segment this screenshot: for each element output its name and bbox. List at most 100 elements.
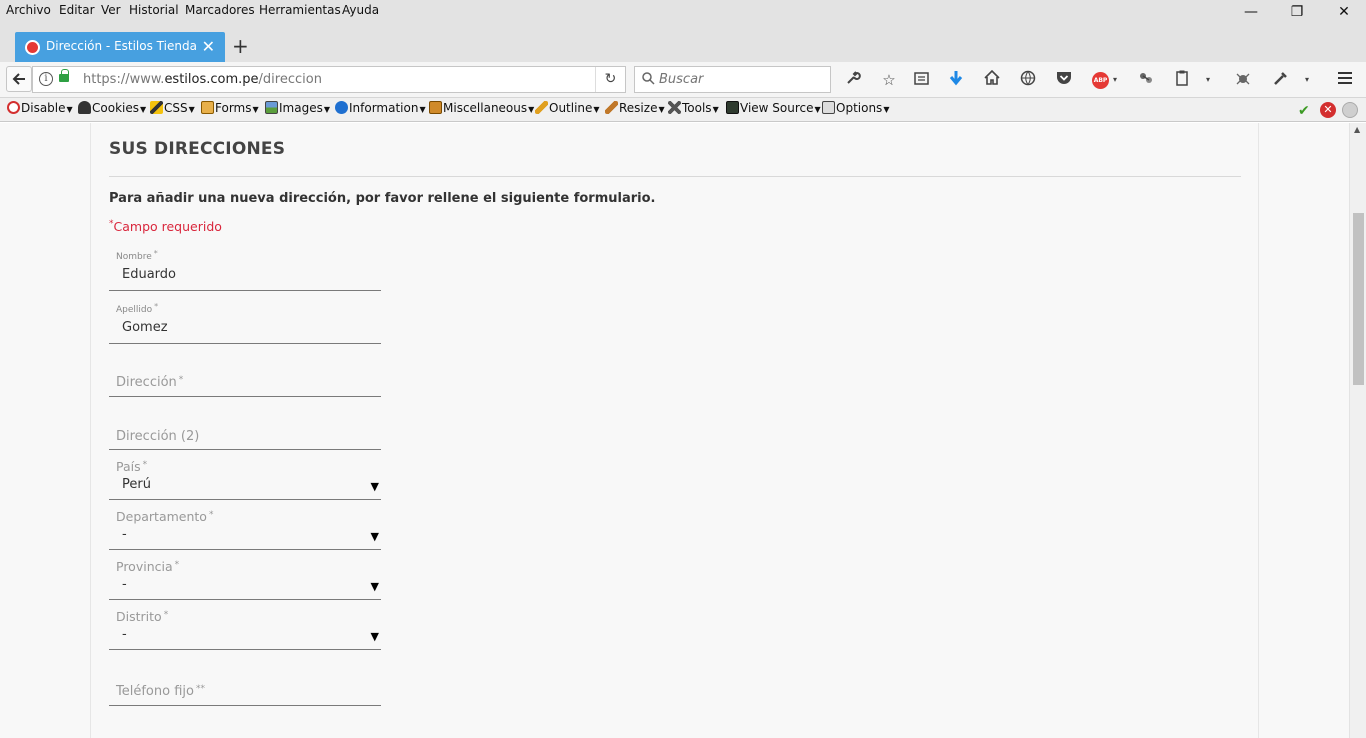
pais-dropdown-icon[interactable]: ▼: [371, 480, 379, 493]
apellido-field[interactable]: Apellido * Gomez: [109, 300, 381, 344]
nombre-field[interactable]: Nombre * Eduardo: [109, 247, 381, 291]
search-bar[interactable]: [634, 66, 831, 93]
url-host: estilos.com.pe: [164, 72, 259, 87]
outline-pencil-icon: [535, 101, 548, 114]
departamento-dropdown-icon[interactable]: ▼: [371, 530, 379, 543]
scroll-up-arrow-icon[interactable]: ▲: [1354, 125, 1360, 134]
caret-icon: ▼: [139, 105, 147, 114]
adblock-dropdown-icon[interactable]: ▾: [1104, 70, 1126, 90]
apellido-value[interactable]: Gomez: [122, 320, 168, 335]
required-text: Campo requerido: [113, 219, 222, 234]
menu-historial[interactable]: Historial: [129, 3, 179, 17]
wrench-icon[interactable]: [842, 70, 864, 90]
pais-value[interactable]: Perú: [122, 477, 151, 492]
new-tab-button[interactable]: +: [232, 34, 249, 58]
page-scrollbar[interactable]: ▲: [1349, 123, 1366, 738]
address-bar[interactable]: i https://www.estilos.com.pe/direccion ↻: [32, 66, 626, 93]
caret-icon: ▼: [593, 105, 600, 114]
dev-miscellaneous-menu[interactable]: Miscellaneous▼: [429, 101, 534, 115]
restore-button[interactable]: ❐: [1287, 4, 1307, 20]
provincia-value[interactable]: -: [122, 577, 127, 592]
validation-error-icon[interactable]: ✕: [1320, 102, 1336, 118]
dev-cookies-label: Cookies: [92, 101, 139, 115]
tab-title: Dirección - Estilos Tienda ...: [46, 39, 196, 53]
nombre-label-text: Nombre: [116, 252, 152, 262]
distrito-select[interactable]: Distrito * - ▼: [109, 605, 381, 650]
dev-information-menu[interactable]: Information▼: [335, 101, 426, 115]
url-text[interactable]: https://www.estilos.com.pe/direccion: [83, 72, 322, 87]
dev-disable-menu[interactable]: Disable▼: [7, 101, 73, 115]
download-icon[interactable]: [945, 70, 967, 90]
distrito-dropdown-icon[interactable]: ▼: [371, 630, 379, 643]
menu-archivo[interactable]: Archivo: [6, 3, 51, 17]
globe-icon[interactable]: [1017, 70, 1039, 90]
menu-editar[interactable]: Editar: [59, 3, 95, 17]
title-divider: [109, 176, 1241, 177]
nombre-value[interactable]: Eduardo: [122, 267, 176, 282]
tab-direccion[interactable]: Dirección - Estilos Tienda ... ✕: [15, 32, 225, 62]
reading-list-icon[interactable]: [910, 70, 932, 90]
telefono-field[interactable]: Teléfono fijo **: [109, 663, 381, 706]
dev-forms-menu[interactable]: Forms▼: [201, 101, 259, 115]
pais-label-text: País: [116, 459, 141, 474]
home-icon[interactable]: [981, 69, 1003, 90]
departamento-select[interactable]: Departamento * - ▼: [109, 505, 381, 550]
css-pencil-icon: [150, 101, 163, 114]
lock-icon[interactable]: [59, 69, 69, 82]
bookmark-star-icon[interactable]: ☆: [878, 70, 900, 90]
eyedropper-icon[interactable]: [1270, 70, 1292, 90]
distrito-value[interactable]: -: [122, 627, 127, 642]
dev-outline-menu[interactable]: Outline▼: [535, 101, 600, 115]
nombre-required-star: *: [153, 249, 158, 258]
direccion-field[interactable]: Dirección *: [109, 353, 381, 397]
dev-options-menu[interactable]: Options▼: [822, 101, 889, 115]
provincia-dropdown-icon[interactable]: ▼: [371, 580, 379, 593]
form-intro-text: Para añadir una nueva dirección, por fav…: [109, 191, 656, 206]
departamento-label-text: Departamento: [116, 509, 207, 524]
dev-images-menu[interactable]: Images▼: [265, 101, 330, 115]
dev-options-label: Options: [836, 101, 883, 115]
menu-bar: Archivo Editar Ver Historial Marcadores …: [0, 0, 1366, 24]
validation-ok-icon[interactable]: ✔: [1298, 103, 1310, 119]
close-window-button[interactable]: ✕: [1334, 4, 1354, 20]
navigation-bar: i https://www.estilos.com.pe/direccion ↻…: [0, 62, 1366, 98]
tools-icon: [668, 101, 681, 114]
extension-icon[interactable]: [1135, 70, 1157, 90]
back-arrow-icon: [12, 73, 25, 85]
dev-cookies-menu[interactable]: Cookies▼: [78, 101, 146, 115]
hamburger-menu-icon[interactable]: [1334, 70, 1356, 90]
back-button[interactable]: [6, 66, 32, 92]
menu-marcadores[interactable]: Marcadores: [185, 3, 255, 17]
scrollbar-thumb[interactable]: [1353, 213, 1364, 385]
info-icon[interactable]: i: [39, 72, 53, 86]
status-idle-icon[interactable]: [1342, 102, 1358, 118]
dev-images-label: Images: [279, 101, 323, 115]
provincia-select[interactable]: Provincia * - ▼: [109, 555, 381, 600]
menu-ayuda[interactable]: Ayuda: [342, 3, 379, 17]
telefono-label-text: Teléfono fijo: [116, 684, 194, 699]
eyedropper-dropdown-icon[interactable]: ▾: [1296, 70, 1318, 90]
clipboard-icon[interactable]: [1171, 70, 1193, 90]
departamento-value[interactable]: -: [122, 527, 127, 542]
menu-herramientas[interactable]: Herramientas: [259, 3, 341, 17]
dev-view-source-menu[interactable]: View Source▼: [726, 101, 821, 115]
information-icon: [335, 101, 348, 114]
close-tab-icon[interactable]: ✕: [202, 37, 215, 56]
clipboard-dropdown-icon[interactable]: ▾: [1197, 70, 1219, 90]
dev-tools-menu[interactable]: Tools▼: [668, 101, 719, 115]
pais-label: País *: [116, 459, 147, 474]
dev-css-menu[interactable]: CSS▼: [150, 101, 195, 115]
menu-ver[interactable]: Ver: [101, 3, 121, 17]
minimize-button[interactable]: —: [1241, 4, 1261, 20]
pais-select[interactable]: País * Perú ▼: [109, 455, 381, 500]
search-input[interactable]: [659, 72, 819, 87]
dev-resize-menu[interactable]: Resize▼: [605, 101, 665, 115]
pocket-icon[interactable]: [1053, 70, 1075, 90]
caret-icon: ▼: [883, 105, 890, 114]
apellido-label: Apellido *: [116, 302, 158, 315]
telefono-required-star: **: [195, 684, 205, 694]
reload-icon[interactable]: ↻: [595, 67, 625, 92]
direccion-label-text: Dirección: [116, 375, 177, 390]
firebug-icon[interactable]: [1232, 70, 1254, 90]
direccion2-field[interactable]: Dirección (2): [109, 406, 381, 450]
